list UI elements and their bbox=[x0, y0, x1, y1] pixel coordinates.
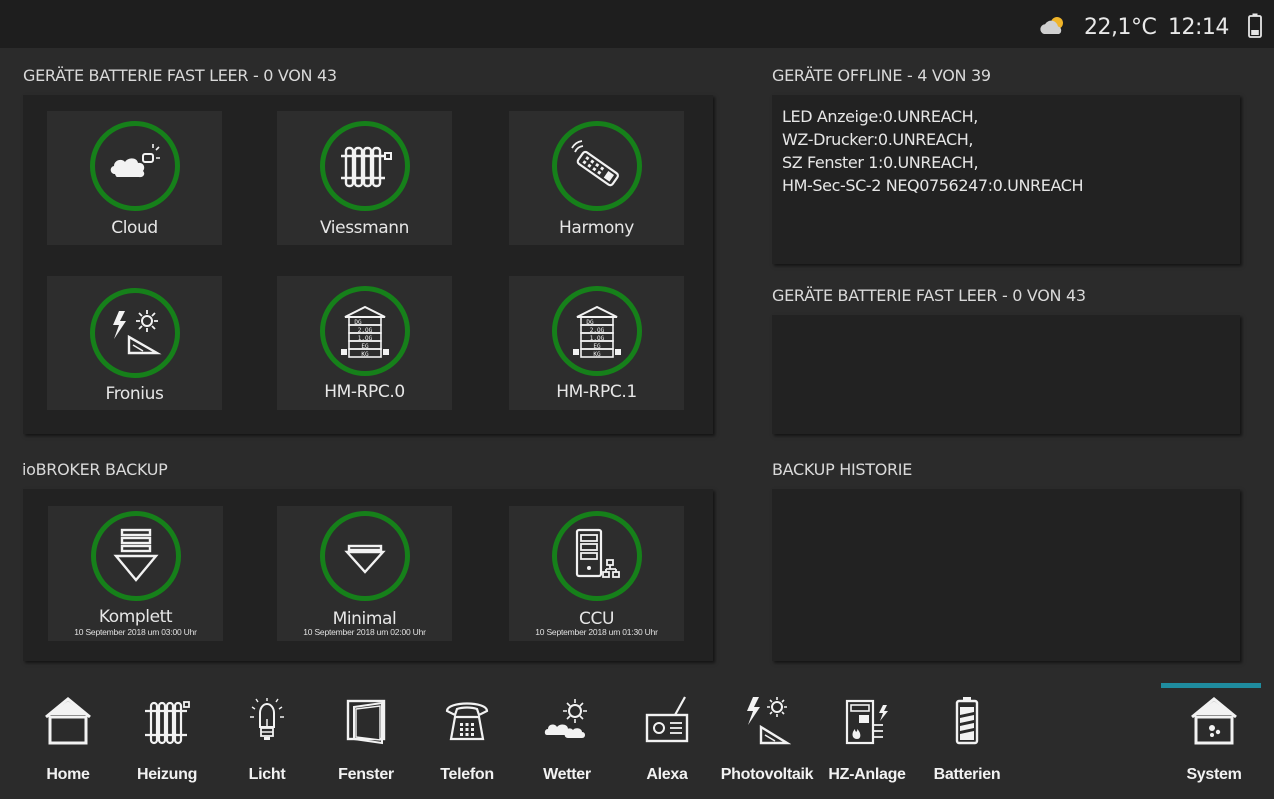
status-bar: 22,1°C 12:14 bbox=[0, 0, 1274, 48]
battery-right-section-title: GERÄTE BATTERIE FAST LEER - 0 VON 43 bbox=[772, 286, 1086, 305]
nav-photovoltaik[interactable]: Photovoltaik bbox=[717, 683, 817, 799]
nav-batterien[interactable]: Batterien bbox=[917, 683, 1017, 799]
light-bulb-icon bbox=[250, 698, 284, 740]
temperature-readout: 22,1°C bbox=[1084, 15, 1157, 40]
svg-text:DG: DG bbox=[586, 319, 594, 326]
heating-system-icon bbox=[845, 699, 888, 745]
offline-device: SZ Fenster 1:0.UNREACH, bbox=[782, 153, 979, 172]
nav-label: Batterien bbox=[933, 766, 1001, 783]
backup-history-title: BACKUP HISTORIE bbox=[772, 460, 913, 479]
svg-text:2.OG: 2.OG bbox=[357, 327, 372, 334]
nav-heizung[interactable]: Heizung bbox=[117, 683, 217, 799]
svg-text:2.OG: 2.OG bbox=[589, 327, 604, 334]
photovoltaic-icon bbox=[747, 697, 791, 745]
tile-label: Komplett bbox=[98, 607, 173, 627]
offline-panel: LED Anzeige:0.UNREACH, WZ-Drucker:0.UNRE… bbox=[772, 95, 1240, 264]
tile-label: Viessmann bbox=[319, 218, 410, 238]
offline-device-list: LED Anzeige:0.UNREACH, WZ-Drucker:0.UNRE… bbox=[782, 105, 1084, 197]
backup-timestamp: 10 September 2018 um 02:00 Uhr bbox=[303, 627, 426, 637]
bottom-navigation: Home Heizung Licht Fenster Telefon Wette… bbox=[0, 683, 1274, 799]
nav-system[interactable]: System bbox=[1164, 683, 1264, 799]
nav-telefon[interactable]: Telefon bbox=[417, 683, 517, 799]
backup-section-title: ioBROKER BACKUP bbox=[22, 460, 168, 479]
tile-viessmann[interactable]: Viessmann bbox=[277, 111, 452, 245]
house-floors-icon: DG2.OG1.OGEGKG bbox=[340, 305, 389, 358]
partly-cloudy-icon bbox=[1040, 17, 1063, 34]
remote-control-icon bbox=[570, 140, 619, 187]
tile-label: Cloud bbox=[111, 218, 158, 238]
svg-text:1.OG: 1.OG bbox=[589, 335, 604, 342]
offline-device: LED Anzeige:0.UNREACH, bbox=[782, 107, 978, 126]
tile-label: HM-RPC.1 bbox=[556, 382, 637, 402]
tile-cloud[interactable]: Cloud bbox=[47, 111, 222, 245]
svg-text:1.OG: 1.OG bbox=[357, 335, 372, 342]
nav-alexa[interactable]: Alexa bbox=[617, 683, 717, 799]
battery-icon bbox=[1248, 13, 1262, 38]
tile-label: Harmony bbox=[559, 218, 634, 238]
backup-timestamp: 10 September 2018 um 03:00 Uhr bbox=[74, 627, 197, 637]
tile-label: Minimal bbox=[332, 609, 397, 629]
offline-section-title: GERÄTE OFFLINE - 4 VON 39 bbox=[772, 66, 991, 85]
backup-timestamp: 10 September 2018 um 01:30 Uhr bbox=[535, 627, 658, 637]
svg-text:EG: EG bbox=[593, 343, 601, 350]
weather-icon bbox=[544, 699, 587, 738]
battery-icon bbox=[955, 697, 979, 745]
system-house-icon bbox=[1191, 697, 1237, 745]
tile-backup-ccu[interactable]: CCU 10 September 2018 um 01:30 Uhr bbox=[509, 506, 684, 641]
battery-panel: Cloud Viessmann Harmony Fronius DG 2.OG … bbox=[23, 95, 713, 434]
nav-home[interactable]: Home bbox=[18, 683, 118, 799]
backup-history-panel bbox=[772, 489, 1240, 661]
nav-fenster[interactable]: Fenster bbox=[316, 683, 416, 799]
tile-hm-rpc-1[interactable]: DG 2.OG 1.OG EG KG HM-RPC.1 bbox=[509, 276, 684, 410]
battery-right-panel bbox=[772, 315, 1240, 434]
radio-icon bbox=[645, 696, 689, 743]
backup-minimal-icon bbox=[343, 544, 386, 574]
nav-licht[interactable]: Licht bbox=[217, 683, 317, 799]
server-network-icon bbox=[575, 528, 620, 578]
tile-label: Fronius bbox=[105, 384, 164, 404]
tile-label: HM-RPC.0 bbox=[324, 382, 405, 402]
cloud-service-icon bbox=[110, 144, 160, 178]
telephone-icon bbox=[445, 702, 489, 741]
tile-fronius[interactable]: Fronius bbox=[47, 276, 222, 410]
nav-wetter[interactable]: Wetter bbox=[517, 683, 617, 799]
tile-hm-rpc-0[interactable]: DG 2.OG 1.OG EG KG HM-RPC.0 bbox=[277, 276, 452, 410]
svg-text:KG: KG bbox=[361, 351, 369, 358]
radiator-icon bbox=[145, 701, 190, 745]
radiator-icon bbox=[340, 146, 392, 188]
offline-device: HM-Sec-SC-2 NEQ0756247:0.UNREACH bbox=[782, 176, 1084, 195]
tile-backup-minimal[interactable]: Minimal 10 September 2018 um 02:00 Uhr bbox=[277, 506, 452, 641]
tile-harmony[interactable]: Harmony bbox=[509, 111, 684, 245]
battery-section-title: GERÄTE BATTERIE FAST LEER - 0 VON 43 bbox=[23, 66, 337, 85]
window-icon bbox=[346, 699, 386, 745]
nav-hz-anlage[interactable]: HZ-Anlage bbox=[817, 683, 917, 799]
tile-backup-komplett[interactable]: Komplett 10 September 2018 um 03:00 Uhr bbox=[48, 506, 223, 641]
nav-label: System bbox=[1186, 766, 1242, 783]
tile-label: CCU bbox=[579, 609, 614, 629]
backup-full-icon bbox=[112, 528, 159, 582]
svg-text:DG: DG bbox=[354, 319, 362, 326]
photovoltaic-icon bbox=[112, 310, 162, 355]
svg-text:KG: KG bbox=[593, 351, 601, 358]
clock: 12:14 bbox=[1168, 15, 1229, 40]
backup-panel: Komplett 10 September 2018 um 03:00 Uhr … bbox=[23, 489, 713, 661]
offline-device: WZ-Drucker:0.UNREACH, bbox=[782, 130, 974, 149]
house-floors-icon: DG2.OG1.OGEGKG bbox=[572, 305, 621, 358]
home-icon bbox=[45, 697, 91, 745]
svg-text:EG: EG bbox=[361, 343, 369, 350]
